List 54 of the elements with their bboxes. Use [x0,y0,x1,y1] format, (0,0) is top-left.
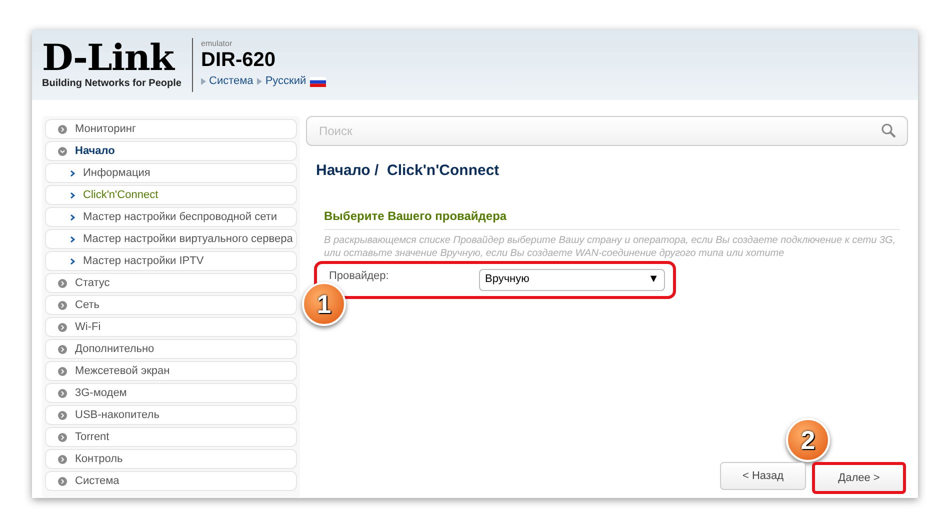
menu-item[interactable]: Сеть [45,295,297,315]
menu-item[interactable]: Система [45,471,297,491]
logo: D-Link [42,40,176,76]
chevron-right-icon [58,432,67,442]
menu-item[interactable]: Информация [45,163,297,183]
triangle-right-icon [257,78,262,85]
menu-item[interactable]: Мастер настройки беспроводной сети [45,207,297,227]
chevron-right-icon [70,236,75,242]
menu-item[interactable]: Статус [45,273,297,293]
menu-item[interactable]: Torrent [45,427,297,447]
section-title: Выберите Вашего провайдера [324,206,900,230]
menu-item[interactable]: Мониторинг [45,119,297,139]
tagline: Building Networks for People [42,76,182,90]
emulator-label: emulator [201,40,234,48]
callout-number: 1 [302,282,346,326]
chevron-right-icon [58,300,67,310]
menu-item[interactable]: Начало [45,141,297,161]
search-icon [881,123,896,138]
chevron-right-icon [58,476,67,486]
chevron-right-icon [70,192,75,198]
chevron-right-icon [58,454,67,464]
menu-item[interactable]: Wi-Fi [45,317,297,337]
field-label: Провайдер: [329,268,390,284]
menu-item[interactable]: Межсетевой экран [45,361,297,381]
menu-item[interactable]: Дополнительно [45,339,297,359]
chevron-right-icon [58,388,67,398]
flag-icon [310,76,326,86]
chevron-right-icon [58,322,67,332]
menu-item[interactable]: 3G-модем [45,383,297,403]
menu-item[interactable]: Click'n'Connect [45,185,297,205]
callout-number: 2 [786,418,830,462]
nav-button[interactable]: < Назад [720,462,806,490]
menu-item[interactable]: Мастер настройки IPTV [45,251,297,271]
chevron-right-icon [58,410,67,420]
model-name: DIR-620 [201,48,276,74]
breadcrumb-link[interactable]: Русский [265,73,306,90]
chevron-right-icon [58,278,67,288]
search-field[interactable]: Поиск [306,116,908,146]
chevron-right-icon [70,258,75,264]
menu-item[interactable]: Контроль [45,449,297,469]
menu-item[interactable]: Мастер настройки виртуального сервера [45,229,297,249]
help-text: В раскрывающемся списке Провайдер выберите Вашу страну и оператора, если Вы создаете подключение к сети 3G, или оставьте значение Вручную, если Вы создаете WAN-соединение другого типа или хотите [324,234,897,260]
chevron-right-icon [70,170,75,176]
provider-select[interactable]: Вручную ▼ [479,268,665,290]
menu-item[interactable]: USB-накопитель [45,405,297,425]
breadcrumb-link[interactable]: Система [209,73,254,90]
chevron-right-icon [58,344,67,354]
chevron-down-icon [58,146,67,156]
page-title: Начало / Click'n'Connect [316,161,500,181]
chevron-right-icon [58,366,67,376]
chevron-right-icon [58,124,67,134]
nav-button[interactable]: Далее > [812,462,906,494]
chevron-right-icon [70,214,75,220]
triangle-right-icon [201,78,206,85]
